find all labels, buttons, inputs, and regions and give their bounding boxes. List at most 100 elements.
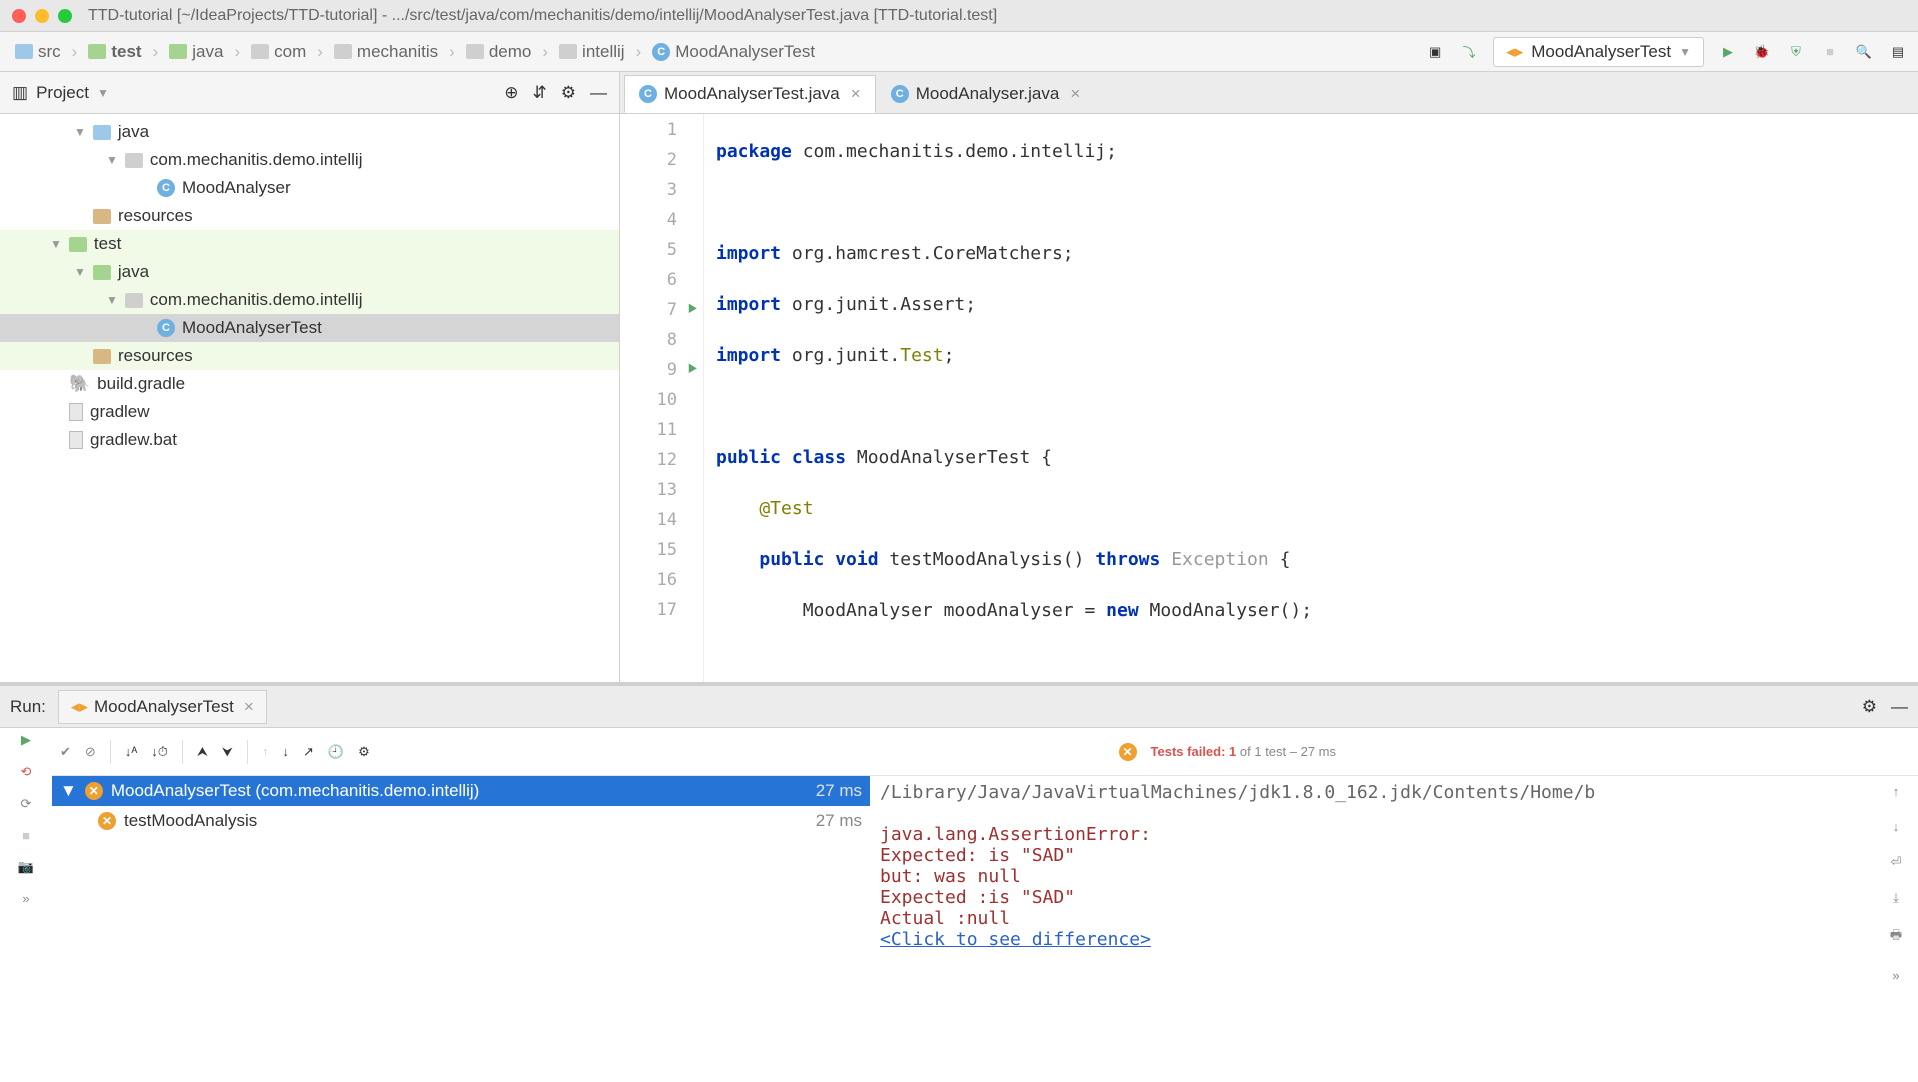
- print-icon[interactable]: 🖶: [1890, 926, 1902, 948]
- editor-gutter[interactable]: 123456 7891011121314151617: [620, 114, 704, 682]
- chevron-down-icon[interactable]: ▼: [97, 86, 109, 100]
- run-config-icon: ◂▸: [1506, 42, 1523, 62]
- resources-icon: [93, 209, 111, 224]
- tree-class-moodanalyser[interactable]: CMoodAnalyser: [0, 174, 619, 202]
- breadcrumb-test[interactable]: test: [83, 40, 146, 64]
- tree-file-gradlew-bat[interactable]: gradlew.bat: [0, 426, 619, 454]
- test-case-row[interactable]: ✕ testMoodAnalysis 27 ms: [52, 806, 870, 836]
- sort-duration-icon[interactable]: ↓⏱: [151, 744, 168, 760]
- class-icon: C: [157, 179, 175, 197]
- show-ignored-icon[interactable]: ⊘: [85, 744, 96, 760]
- zoom-window-icon[interactable]: [58, 9, 72, 23]
- show-passed-icon[interactable]: ✔: [60, 744, 71, 760]
- gear-icon[interactable]: ⚙: [1862, 697, 1877, 717]
- breadcrumb-mechanitis[interactable]: mechanitis: [329, 40, 443, 64]
- run-config-label: MoodAnalyserTest: [1531, 42, 1671, 62]
- scroll-up-icon[interactable]: ↑: [1893, 784, 1900, 799]
- run-tab[interactable]: ◂▸ MoodAnalyserTest ×: [58, 690, 267, 724]
- hide-icon[interactable]: —: [590, 83, 607, 103]
- resources-icon: [93, 349, 111, 364]
- run-header: Run: ◂▸ MoodAnalyserTest × ⚙ —: [0, 686, 1918, 728]
- stop-icon[interactable]: ■: [22, 828, 30, 843]
- code-area[interactable]: package com.mechanitis.demo.intellij; im…: [704, 114, 1918, 682]
- folder-icon: [15, 44, 33, 59]
- breadcrumb-file[interactable]: CMoodAnalyserTest: [647, 40, 820, 64]
- tab-moodanalyser[interactable]: CMoodAnalyser.java×: [876, 75, 1096, 113]
- toggle-autotest-icon[interactable]: ⟳: [21, 796, 32, 812]
- sort-alpha-icon[interactable]: ↓ᴬ: [125, 744, 137, 759]
- next-icon[interactable]: ↓: [282, 744, 289, 759]
- tree-folder-java[interactable]: ▼java: [0, 118, 619, 146]
- rerun-icon[interactable]: ▶: [21, 732, 31, 748]
- locate-icon[interactable]: ⊕: [504, 83, 518, 103]
- folder-icon: [334, 44, 352, 59]
- more-icon[interactable]: »: [22, 891, 29, 906]
- close-icon[interactable]: ×: [1070, 84, 1080, 104]
- export-icon[interactable]: ↗: [303, 744, 314, 760]
- run-icon[interactable]: ▶: [1718, 42, 1738, 62]
- breadcrumb-demo[interactable]: demo: [461, 40, 537, 64]
- breadcrumb-intellij[interactable]: intellij: [554, 40, 630, 64]
- soft-wrap-icon[interactable]: ⏎: [1891, 854, 1902, 870]
- minimize-window-icon[interactable]: [35, 9, 49, 23]
- breadcrumb-java[interactable]: java: [164, 40, 228, 64]
- project-tree[interactable]: ▼java ▼com.mechanitis.demo.intellij CMoo…: [0, 114, 619, 682]
- tab-moodanalysertest[interactable]: CMoodAnalyserTest.java×: [624, 75, 876, 113]
- folder-icon: [169, 44, 187, 59]
- tree-class-moodanalysertest[interactable]: CMoodAnalyserTest: [0, 314, 619, 342]
- expand-all-icon[interactable]: ⮝: [197, 744, 208, 760]
- build-icon[interactable]: ⤵: [1459, 42, 1479, 62]
- tree-folder-java-test[interactable]: ▼java: [0, 258, 619, 286]
- status-failed: Tests failed: 1: [1151, 744, 1237, 759]
- folder-icon: [88, 44, 106, 59]
- test-time: 27 ms: [816, 781, 862, 801]
- breadcrumb-src[interactable]: src: [10, 40, 66, 64]
- compile-icon[interactable]: ▣: [1425, 42, 1445, 62]
- class-icon: C: [639, 85, 657, 103]
- tree-resources[interactable]: resources: [0, 202, 619, 230]
- breadcrumb-com[interactable]: com: [246, 40, 311, 64]
- status-rest: of 1 test – 27 ms: [1236, 744, 1336, 759]
- settings-icon[interactable]: ⚙: [358, 744, 370, 760]
- tree-package[interactable]: ▼com.mechanitis.demo.intellij: [0, 146, 619, 174]
- coverage-icon[interactable]: ⛨: [1786, 42, 1806, 62]
- scroll-down-icon[interactable]: ↓: [1893, 819, 1900, 834]
- tree-file-build-gradle[interactable]: 🐘build.gradle: [0, 370, 619, 398]
- tree-folder-test[interactable]: ▼test: [0, 230, 619, 258]
- test-suite-row[interactable]: ▼ ✕ MoodAnalyserTest (com.mechanitis.dem…: [52, 776, 870, 806]
- tree-file-gradlew[interactable]: gradlew: [0, 398, 619, 426]
- close-icon[interactable]: ×: [244, 697, 254, 717]
- project-structure-icon[interactable]: ▤: [1888, 42, 1908, 62]
- rerun-failed-icon[interactable]: ⟲: [21, 764, 32, 780]
- more-icon[interactable]: »: [1892, 968, 1899, 983]
- test-console[interactable]: /Library/Java/JavaVirtualMachines/jdk1.8…: [870, 776, 1874, 1082]
- tree-package-test[interactable]: ▼com.mechanitis.demo.intellij: [0, 286, 619, 314]
- project-view-icon[interactable]: ▥: [12, 83, 28, 103]
- test-time: 27 ms: [816, 811, 862, 831]
- debug-icon[interactable]: 🐞: [1752, 42, 1772, 62]
- assertion-error: java.lang.AssertionError:: [880, 824, 1864, 845]
- gear-icon[interactable]: ⚙: [561, 83, 576, 103]
- close-icon[interactable]: ×: [851, 84, 861, 104]
- stop-icon[interactable]: ■: [1820, 42, 1840, 62]
- prev-icon[interactable]: ↑: [262, 744, 269, 759]
- run-config-selector[interactable]: ◂▸ MoodAnalyserTest ▼: [1493, 37, 1704, 67]
- folder-icon: [251, 44, 269, 59]
- tree-resources-test[interactable]: resources: [0, 342, 619, 370]
- dump-icon[interactable]: 📷: [18, 859, 34, 875]
- see-difference-link[interactable]: <Click to see difference>: [880, 929, 1151, 950]
- hide-icon[interactable]: —: [1891, 697, 1908, 717]
- collapse-all-icon[interactable]: ⮟: [222, 744, 233, 760]
- editor-tab-bar: CMoodAnalyserTest.java× CMoodAnalyser.ja…: [620, 72, 1918, 114]
- scroll-to-end-icon[interactable]: ⤓: [1893, 890, 1899, 906]
- collapse-icon[interactable]: ⇵: [533, 83, 547, 103]
- console-toolbar: ↑ ↓ ⏎ ⤓ 🖶 »: [1874, 776, 1918, 1082]
- fail-icon: ✕: [98, 812, 116, 830]
- search-icon[interactable]: 🔍: [1854, 42, 1874, 62]
- history-icon[interactable]: 🕘: [328, 744, 344, 760]
- close-window-icon[interactable]: [12, 9, 26, 23]
- class-icon: C: [891, 85, 909, 103]
- class-icon: C: [652, 43, 670, 61]
- run-label: Run:: [10, 697, 46, 717]
- test-tree[interactable]: ▼ ✕ MoodAnalyserTest (com.mechanitis.dem…: [52, 776, 870, 1082]
